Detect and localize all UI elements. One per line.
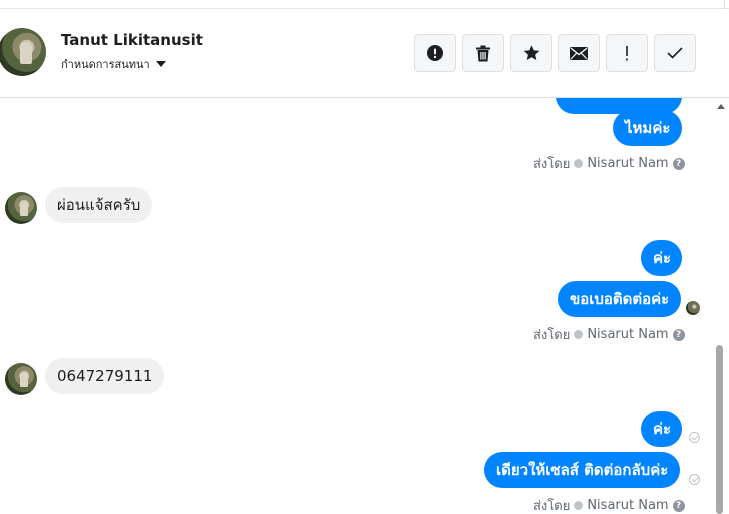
- question-icon[interactable]: ?: [672, 328, 685, 341]
- spam-button[interactable]: [414, 34, 456, 72]
- follow-up-button[interactable]: [606, 34, 648, 72]
- sent-by-prefix: ส่งโดย: [533, 157, 571, 172]
- star-button[interactable]: [510, 34, 552, 72]
- message-thread: ไหมค่ะ ส่งโดย Nisarut Nam ? ผ่อนแจ้สครับ…: [0, 98, 714, 514]
- top-strip: [0, 0, 729, 9]
- incoming-message: 0647279111: [45, 358, 165, 394]
- vertical-scrollbar[interactable]: [714, 98, 729, 514]
- contact-avatar-small: [5, 192, 37, 224]
- sent-by-name: Nisarut Nam: [587, 498, 669, 513]
- caret-down-icon: [155, 61, 166, 67]
- delivered-check-icon: [689, 432, 700, 443]
- check-icon: [667, 47, 683, 59]
- assign-label: กำหนดการสนทนา: [61, 58, 150, 71]
- delivered-check-icon: [689, 474, 700, 485]
- outgoing-message: ค่ะ: [641, 240, 682, 276]
- incoming-message: ผ่อนแจ้สครับ: [45, 187, 153, 223]
- sent-by-name: Nisarut Nam: [587, 156, 669, 171]
- assign-conversation-dropdown[interactable]: กำหนดการสนทนา: [61, 55, 166, 73]
- scrollbar-thumb[interactable]: [716, 345, 723, 514]
- avatar-figure: [20, 201, 28, 216]
- agent-status-icon: [574, 159, 584, 168]
- trash-icon: [476, 45, 490, 61]
- exclamation-circle-icon: [427, 45, 443, 61]
- sent-by-prefix: ส่งโดย: [533, 499, 571, 514]
- sent-by-prefix: ส่งโดย: [533, 328, 571, 343]
- scroll-up-arrow-icon[interactable]: [717, 104, 725, 109]
- question-icon[interactable]: ?: [672, 157, 685, 170]
- contact-avatar[interactable]: [0, 28, 46, 76]
- outgoing-message: เดียวให้เซลส์ ติดต่อกลับค่ะ: [484, 452, 681, 488]
- panel-edge: [724, 0, 725, 9]
- contact-name[interactable]: Tanut Likitanusit: [61, 31, 203, 49]
- star-icon: [523, 45, 539, 61]
- done-button[interactable]: [654, 34, 696, 72]
- sent-by-name: Nisarut Nam: [587, 327, 669, 342]
- sent-by-label: ส่งโดย Nisarut Nam ?: [533, 324, 685, 345]
- agent-status-icon: [574, 501, 584, 510]
- action-toolbar: [414, 34, 696, 72]
- agent-status-icon: [574, 330, 584, 339]
- mark-unread-button[interactable]: [558, 34, 600, 72]
- outgoing-message: ไหมค่ะ: [613, 110, 682, 146]
- contact-avatar-small: [5, 363, 37, 395]
- conversation-header: Tanut Likitanusit กำหนดการสนทนา: [0, 9, 729, 98]
- avatar-figure: [20, 42, 32, 64]
- exclamation-icon: [626, 45, 628, 60]
- sent-by-label: ส่งโดย Nisarut Nam ?: [533, 495, 685, 514]
- seen-avatar: [686, 301, 700, 315]
- envelope-icon: [570, 46, 588, 60]
- avatar-figure: [20, 372, 28, 387]
- outgoing-message: ค่ะ: [641, 411, 682, 447]
- sent-by-label: ส่งโดย Nisarut Nam ?: [533, 153, 685, 174]
- question-icon[interactable]: ?: [672, 499, 685, 512]
- delete-button[interactable]: [462, 34, 504, 72]
- outgoing-message: ขอเบอติดต่อค่ะ: [558, 281, 682, 317]
